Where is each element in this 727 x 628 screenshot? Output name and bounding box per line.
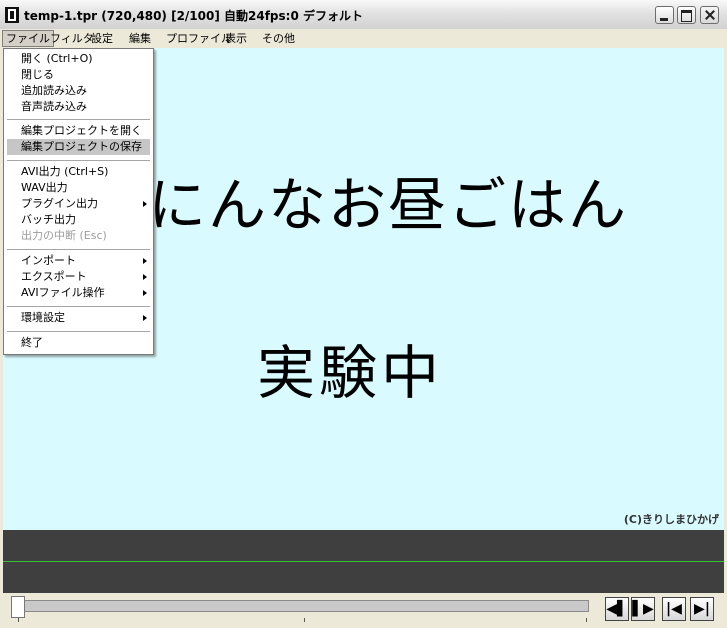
menu-item-label: インポート [21,254,76,267]
minimize-button[interactable] [655,6,674,24]
playback-controls: ◀▌ ▌▶ |◀ ▶| [0,593,727,628]
jump-start-button[interactable]: |◀ [662,597,686,621]
slider-tick [586,618,587,622]
menu-item-close[interactable]: 閉じる [7,67,150,83]
menu-item-avi-file-ops[interactable]: AVIファイル操作 [7,285,150,301]
submenu-arrow-icon [143,258,147,264]
menu-separator [7,306,150,307]
close-button[interactable] [700,6,719,24]
submenu-arrow-icon [143,290,147,296]
menu-bar: ファイル フィルタ 設定 編集 プロファイル 表示 その他 [0,29,727,48]
menu-separator [7,331,150,332]
menu-item-open-project[interactable]: 編集プロジェクトを開く [7,123,150,139]
menu-item-label: エクスポート [21,270,87,283]
prev-frame-button[interactable]: ◀▌ [605,597,629,621]
menu-other[interactable]: その他 [259,31,298,46]
slider-tick [304,618,305,622]
menu-item-wav-output[interactable]: WAV出力 [7,180,150,196]
menu-separator [7,160,150,161]
menu-item-label: バッチ出力 [21,213,76,226]
menu-item-label: 終了 [21,336,43,349]
submenu-arrow-icon [143,274,147,280]
menu-view[interactable]: 表示 [222,31,250,46]
menu-item-export[interactable]: エクスポート [7,269,150,285]
preview-text-line2: 実験中 [257,339,444,407]
menu-item-label: AVI出力 (Ctrl+S) [21,165,109,178]
menu-separator [7,249,150,250]
menu-item-label: プラグイン出力 [21,197,98,210]
submenu-arrow-icon [143,201,147,207]
frame-slider-thumb[interactable] [11,596,25,618]
window-title: temp-1.tpr (720,480) [2/100] 自動24fps:0 デ… [24,9,363,23]
menu-item-load-audio[interactable]: 音声読み込み [7,99,150,115]
menu-item-open[interactable]: 開く (Ctrl+O) [7,51,150,67]
slider-tick [18,618,19,622]
jump-end-button[interactable]: ▶| [690,597,714,621]
next-frame-button[interactable]: ▌▶ [631,597,655,621]
menu-item-batch-output[interactable]: バッチ出力 [7,212,150,228]
menu-item-label: AVIファイル操作 [21,286,105,299]
menu-item-avi-output[interactable]: AVI出力 (Ctrl+S) [7,164,150,180]
maximize-button[interactable] [677,6,696,24]
submenu-arrow-icon [143,315,147,321]
app-window: temp-1.tpr (720,480) [2/100] 自動24fps:0 デ… [0,0,727,628]
menu-item-label: 音声読み込み [21,100,87,113]
menu-item-import[interactable]: インポート [7,253,150,269]
file-menu-dropdown: 開く (Ctrl+O) 閉じる 追加読み込み 音声読み込み 編集プロジェクトを開… [3,48,154,355]
preview-text-line1: にんなお昼ごはん [148,171,629,239]
menu-item-exit[interactable]: 終了 [7,335,150,351]
frame-slider-track[interactable] [11,600,589,612]
credit-text: (C)きりしまひかげ [623,513,719,526]
menu-item-save-project[interactable]: 編集プロジェクトの保存 [7,139,150,155]
menu-item-label: 環境設定 [21,311,65,324]
timeline-panel[interactable] [3,530,724,593]
menu-item-abort-output: 出力の中断 (Esc) [7,228,150,244]
app-film-icon[interactable] [5,7,19,23]
menu-item-label: 出力の中断 (Esc) [21,229,107,242]
menu-item-plugin-output[interactable]: プラグイン出力 [7,196,150,212]
menu-item-append[interactable]: 追加読み込み [7,83,150,99]
timeline-guide-line [3,561,724,562]
menu-item-preferences[interactable]: 環境設定 [7,310,150,326]
menu-settings[interactable]: 設定 [88,31,116,46]
menu-item-label: 開く (Ctrl+O) [21,52,93,65]
title-bar[interactable]: temp-1.tpr (720,480) [2/100] 自動24fps:0 デ… [0,0,727,30]
menu-item-label: 閉じる [21,68,54,81]
menu-item-label: 編集プロジェクトの保存 [21,140,142,153]
menu-separator [7,119,150,120]
menu-edit[interactable]: 編集 [126,31,154,46]
menu-item-label: 追加読み込み [21,84,87,97]
menu-item-label: 編集プロジェクトを開く [21,124,142,137]
menu-item-label: WAV出力 [21,181,68,194]
